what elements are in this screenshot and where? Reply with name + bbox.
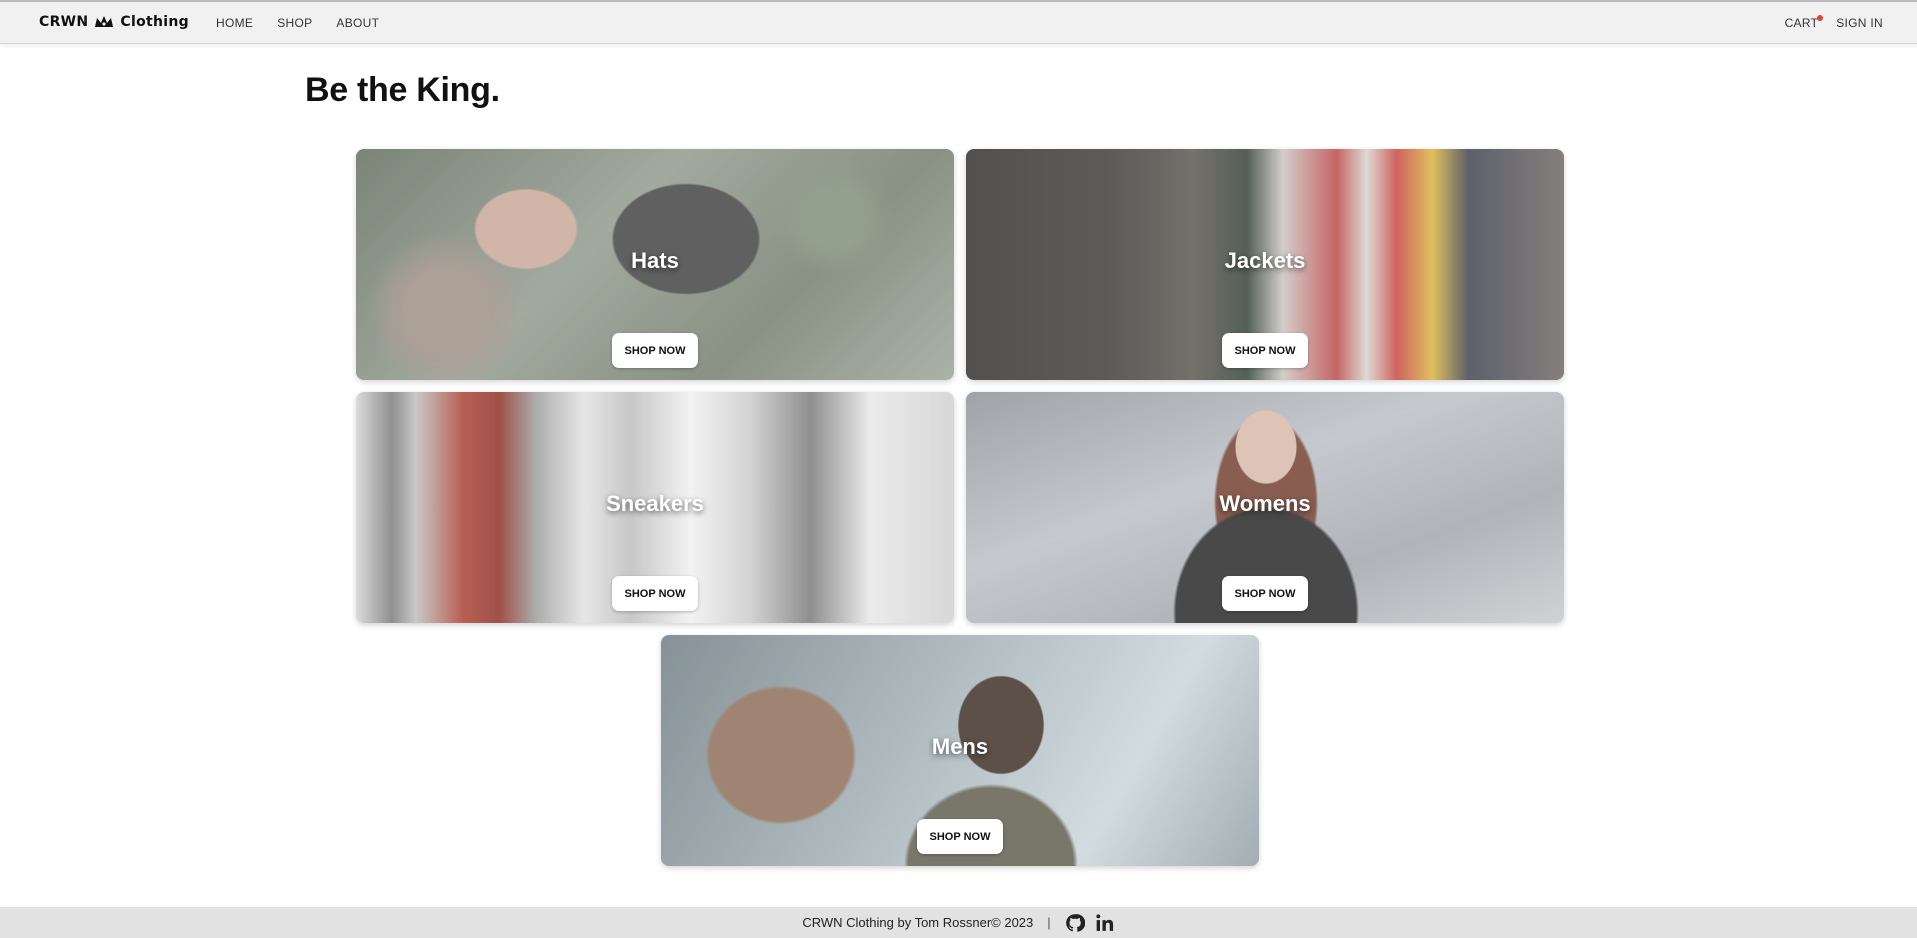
github-icon[interactable]: [1065, 913, 1085, 933]
footer-credit: CRWN Clothing by Tom Rossner© 2023: [802, 915, 1034, 930]
brand-logo[interactable]: CRWN Clothing: [39, 14, 189, 30]
shop-now-button[interactable]: SHOP NOW: [917, 819, 1003, 854]
site-footer: CRWN Clothing by Tom Rossner© 2023 |: [0, 907, 1917, 938]
category-title: Womens: [1219, 491, 1311, 516]
category-card-mens[interactable]: Mens SHOP NOW: [661, 635, 1259, 866]
shop-now-button[interactable]: SHOP NOW: [1222, 333, 1308, 368]
category-title: Jackets: [1224, 248, 1306, 273]
page-title: Be the King.: [305, 71, 500, 109]
main-nav: HOME SHOP ABOUT: [216, 16, 403, 30]
nav-shop-link[interactable]: SHOP: [277, 16, 312, 30]
cart-label: CART: [1784, 16, 1819, 30]
category-card-womens[interactable]: Womens SHOP NOW: [966, 392, 1564, 623]
linkedin-icon[interactable]: [1095, 913, 1115, 933]
category-grid: Hats SHOP NOW Jackets SHOP NOW Sneakers …: [356, 149, 1564, 866]
cart-indicator-dot: [1817, 15, 1824, 21]
cart-link[interactable]: CART: [1784, 15, 1824, 30]
sign-in-link[interactable]: SIGN IN: [1836, 16, 1883, 30]
top-navigation-bar: CRWN Clothing HOME SHOP ABOUT CART SIGN …: [0, 0, 1917, 44]
footer-separator: |: [1047, 915, 1051, 930]
category-card-jackets[interactable]: Jackets SHOP NOW: [966, 149, 1564, 380]
account-nav: CART SIGN IN: [1784, 15, 1883, 30]
shop-now-button[interactable]: SHOP NOW: [612, 333, 698, 368]
nav-about-link[interactable]: ABOUT: [336, 16, 379, 30]
shop-now-button[interactable]: SHOP NOW: [1222, 576, 1308, 611]
crown-icon: [95, 16, 114, 27]
brand-name-right: Clothing: [120, 14, 189, 30]
category-title: Sneakers: [606, 491, 704, 516]
shop-now-button[interactable]: SHOP NOW: [612, 576, 698, 611]
brand-name-left: CRWN: [39, 14, 89, 30]
category-card-hats[interactable]: Hats SHOP NOW: [356, 149, 954, 380]
category-title: Hats: [631, 248, 679, 273]
category-card-sneakers[interactable]: Sneakers SHOP NOW: [356, 392, 954, 623]
nav-home-link[interactable]: HOME: [216, 16, 253, 30]
category-title: Mens: [931, 734, 989, 759]
